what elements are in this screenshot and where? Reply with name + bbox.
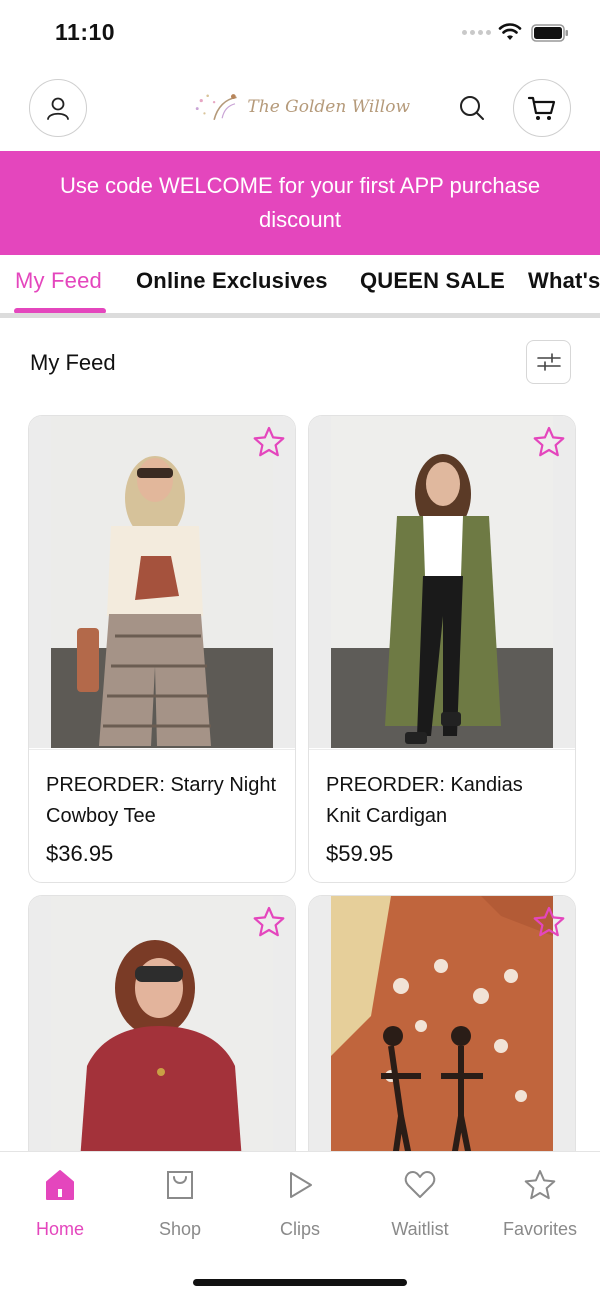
product-name[interactable]: PREORDER: Kandias Knit Cardigan	[326, 770, 558, 832]
star-icon[interactable]	[252, 425, 286, 459]
star-icon[interactable]	[252, 905, 286, 939]
nav-label: Home	[35, 1219, 84, 1239]
app-header: The Golden Willow	[0, 64, 600, 151]
nav-home[interactable]: Home	[10, 1167, 110, 1240]
product-card[interactable]: PREORDER: Starry Night Cowboy Tee $36.95	[28, 415, 296, 883]
product-photo	[331, 416, 553, 748]
status-time: 11:10	[55, 19, 116, 45]
home-icon	[46, 1170, 74, 1200]
product-info: PREORDER: Starry Night Cowboy Tee $36.95	[29, 749, 295, 867]
signal-icon	[462, 30, 491, 35]
tab-online-exclusives[interactable]: Online Exclusives	[136, 268, 328, 294]
search-button[interactable]	[456, 92, 488, 124]
star-icon[interactable]	[532, 905, 566, 939]
tab-whats-new[interactable]: What's	[528, 268, 600, 294]
status-bar: 11:10	[0, 0, 600, 64]
nav-label: Favorites	[502, 1219, 578, 1239]
nav-waitlist[interactable]: Waitlist	[370, 1167, 470, 1240]
product-price: $59.95	[326, 841, 394, 866]
nav-favorites[interactable]: Favorites	[490, 1167, 590, 1240]
section-title: My Feed	[30, 350, 116, 375]
product-image[interactable]	[29, 416, 295, 748]
nav-clips[interactable]: Clips	[250, 1167, 350, 1240]
account-button[interactable]	[29, 79, 87, 137]
battery-icon	[531, 24, 568, 42]
bottom-nav: Home Shop Clips Waitlist Favorites	[0, 1151, 600, 1299]
logo-text: The Golden Willow	[247, 97, 410, 117]
logo-mark-icon	[195, 94, 237, 121]
nav-label: Clips	[279, 1219, 320, 1239]
nav-label: Shop	[158, 1219, 202, 1239]
tab-my-feed[interactable]: My Feed	[15, 268, 102, 294]
person-icon	[47, 97, 69, 120]
star-icon[interactable]	[532, 425, 566, 459]
wifi-icon	[498, 23, 522, 40]
filter-button[interactable]	[526, 340, 571, 384]
nav-label: Waitlist	[391, 1219, 449, 1239]
search-icon	[460, 96, 484, 120]
play-icon	[290, 1172, 312, 1198]
tab-queen-sale[interactable]: QUEEN SALE	[360, 268, 505, 294]
cart-icon	[527, 96, 556, 120]
active-tab-indicator	[14, 308, 106, 313]
home-indicator	[193, 1279, 407, 1286]
sliders-icon	[536, 353, 561, 371]
product-image[interactable]	[309, 416, 575, 748]
category-tabs: My Feed Online Exclusives QUEEN SALE Wha…	[0, 255, 600, 318]
product-card[interactable]: PREORDER: Kandias Knit Cardigan $59.95	[308, 415, 576, 883]
promo-banner[interactable]: Use code WELCOME for your first APP purc…	[0, 151, 600, 255]
product-photo	[51, 416, 273, 748]
cart-button[interactable]	[513, 79, 571, 137]
brand-logo[interactable]: The Golden Willow	[190, 82, 410, 132]
nav-shop[interactable]: Shop	[130, 1167, 230, 1240]
product-name[interactable]: PREORDER: Starry Night Cowboy Tee	[46, 770, 278, 832]
product-info: PREORDER: Kandias Knit Cardigan $59.95	[309, 749, 575, 867]
promo-text: Use code WELCOME for your first APP purc…	[59, 173, 541, 232]
shopping-bag-icon	[167, 1171, 193, 1199]
star-icon	[524, 1170, 556, 1200]
product-price: $36.95	[46, 841, 114, 866]
heart-icon	[404, 1171, 436, 1198]
